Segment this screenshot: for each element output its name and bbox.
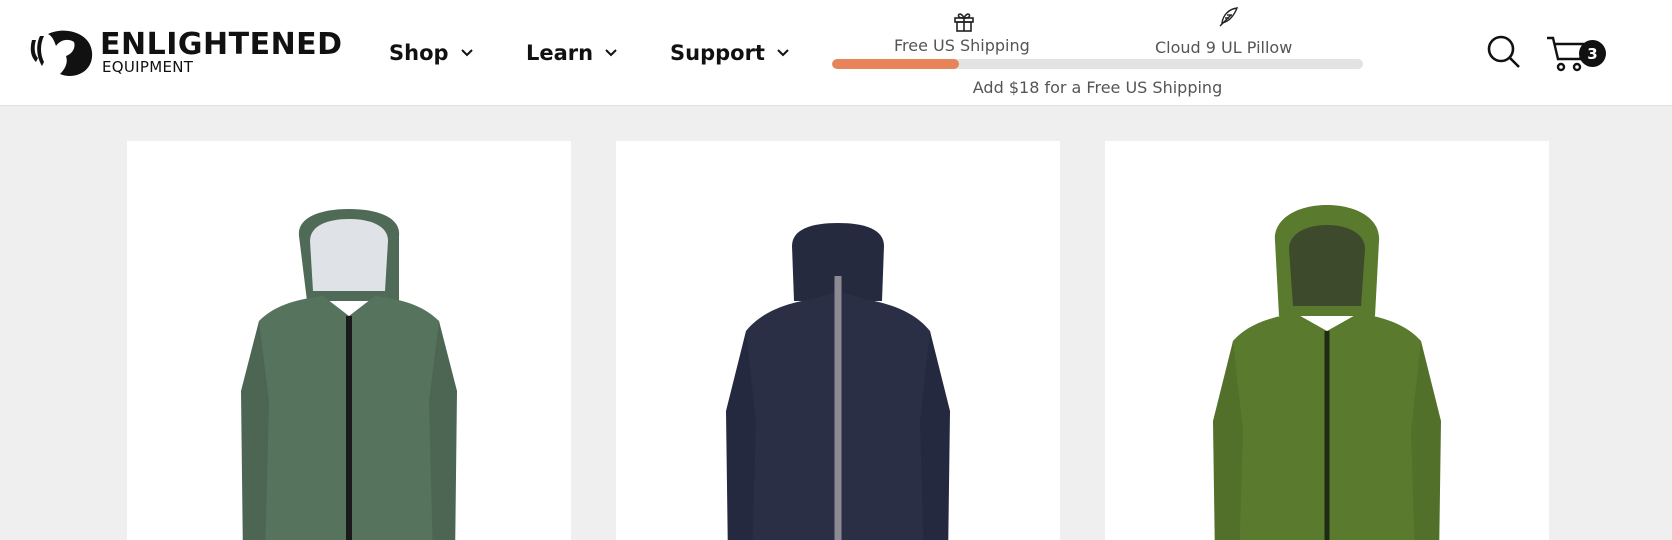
brand-logo[interactable]: ENLIGHTENED EQUIPMENT — [26, 26, 351, 80]
promo-milestone-shipping: Free US Shipping — [894, 36, 1030, 55]
product-card-navy-insulated-jacket[interactable] — [616, 141, 1060, 540]
search-icon[interactable] — [1486, 34, 1522, 74]
nav-learn[interactable]: Learn — [526, 36, 617, 70]
shipping-progress-fill — [832, 59, 960, 69]
shipping-progress-message: Add $18 for a Free US Shipping — [972, 78, 1223, 97]
product-image — [726, 223, 950, 540]
product-card-green-rain-jacket[interactable] — [127, 141, 571, 540]
product-card-olive-puffy-jacket[interactable] — [1105, 141, 1549, 540]
feather-icon — [1217, 5, 1241, 33]
brand-subname: EQUIPMENT — [102, 58, 194, 76]
chevron-down-icon — [460, 49, 473, 57]
nav-learn-label: Learn — [526, 41, 594, 65]
logo-mark-icon — [30, 30, 93, 76]
promo-milestone-pillow: Cloud 9 UL Pillow — [1155, 38, 1293, 57]
nav-shop-label: Shop — [389, 41, 449, 65]
nav-shop[interactable]: Shop — [389, 36, 473, 70]
gift-icon — [952, 9, 976, 37]
chevron-down-icon — [777, 49, 789, 57]
nav-support[interactable]: Support — [670, 36, 789, 70]
nav-support-label: Support — [670, 41, 765, 65]
shipping-progress-bar — [832, 59, 1363, 69]
site-header: ENLIGHTENED EQUIPMENT Shop Learn Support… — [0, 0, 1672, 106]
chevron-down-icon — [605, 49, 617, 57]
product-image — [241, 209, 457, 540]
brand-name: ENLIGHTENED — [100, 27, 343, 62]
cart-count-badge: 3 — [1579, 40, 1606, 67]
product-image — [1213, 205, 1441, 540]
